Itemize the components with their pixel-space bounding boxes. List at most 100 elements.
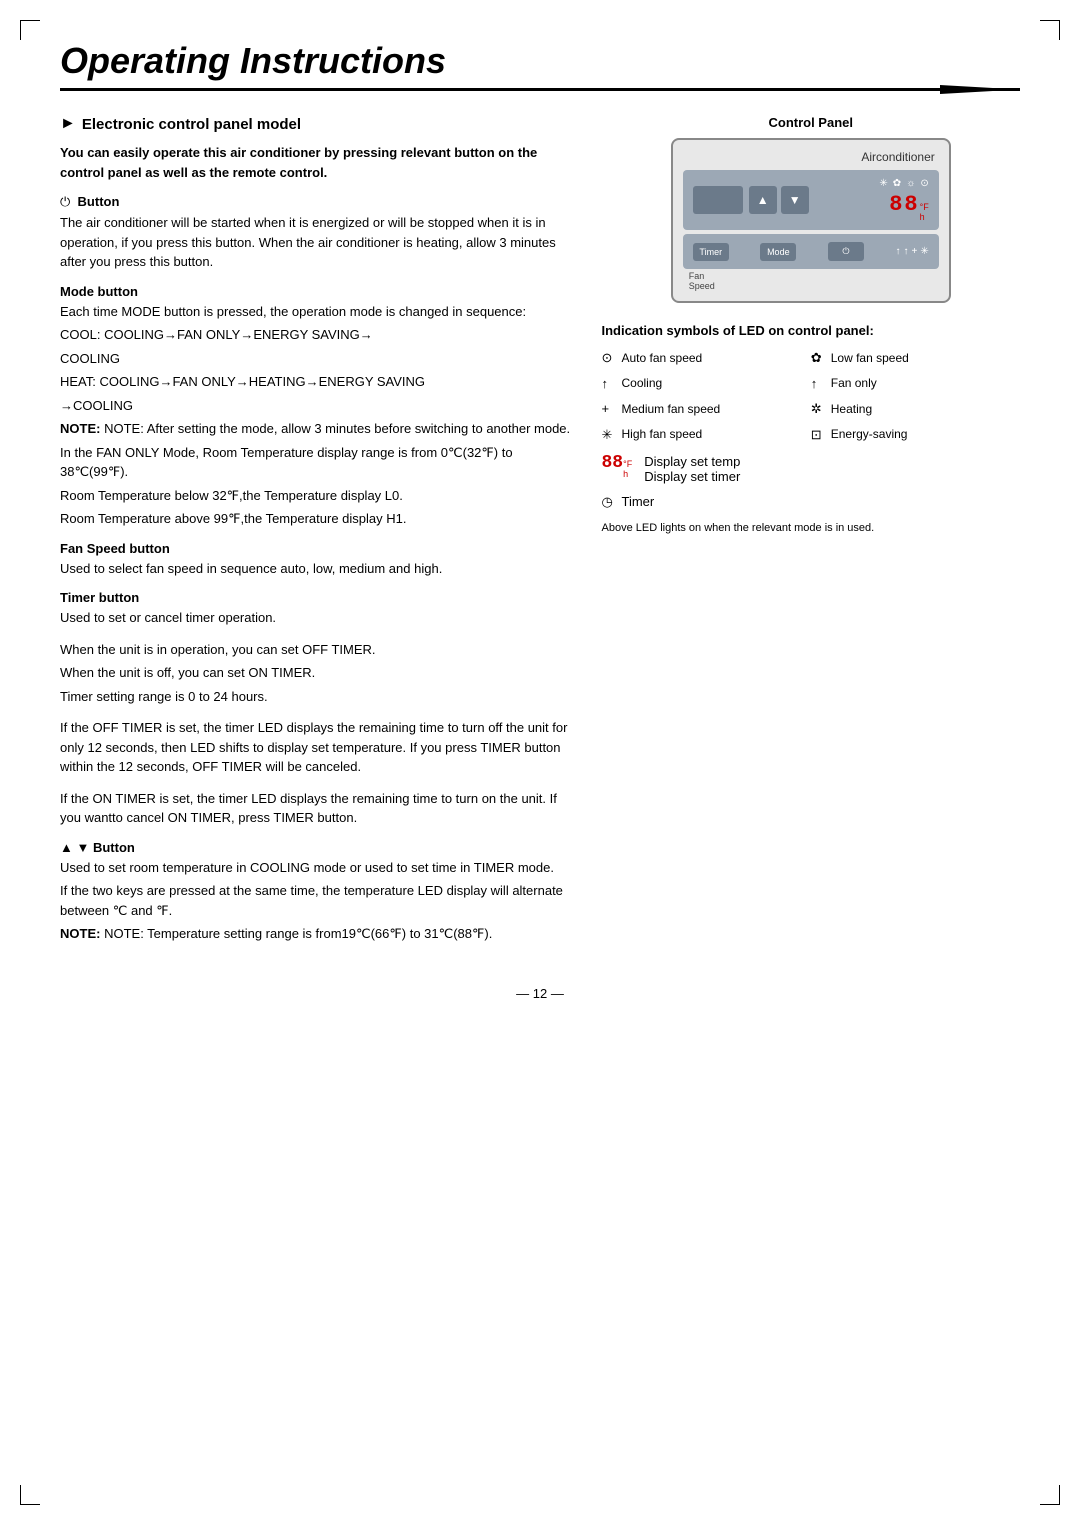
corner-mark-bl <box>20 1485 40 1505</box>
power-circle-icon: ⏻ <box>60 194 70 210</box>
panel-buttons-row: Timer Mode ⏻ ↑ ↑ + ✳ <box>683 234 939 269</box>
high-fan-icon: ✳ <box>602 425 618 445</box>
mode-body1: Each time MODE button is pressed, the op… <box>60 302 572 322</box>
display-set-temp: Display set temp <box>644 454 740 469</box>
low-fan-label: Cooling <box>622 374 663 392</box>
led-energy-saving: ⊡ Energy-saving <box>811 425 1020 445</box>
display-set-timer: Display set timer <box>644 469 740 484</box>
corner-mark-tl <box>20 20 40 40</box>
auto-fan-icon: ⊙ <box>602 348 618 368</box>
panel-mode-btn[interactable]: Mode <box>760 243 796 261</box>
panel-icon-circle: ⊙ <box>920 178 928 189</box>
mode-button-section: Mode button Each time MODE button is pre… <box>60 284 572 529</box>
panel-indicator-2: ↑ <box>903 246 908 257</box>
panel-indicator-1: ↑ <box>895 246 900 257</box>
panel-power-icon: ⏻ <box>842 246 849 256</box>
section-header: ► Electronic control panel model <box>60 115 572 133</box>
panel-timer-label: Timer <box>699 247 722 257</box>
off-timer-note: If the OFF TIMER is set, the timer LED d… <box>60 718 572 777</box>
arrow-button-body2: If the two keys are pressed at the same … <box>60 881 572 920</box>
cooling-icon: ✿ <box>811 348 827 368</box>
led-fan-only: ↑ Fan only <box>811 374 1020 394</box>
on-timer-note: If the ON TIMER is set, the timer LED di… <box>60 789 572 828</box>
arrow-button-note: NOTE: NOTE: Temperature setting range is… <box>60 924 572 944</box>
heating-label: Heating <box>831 400 872 418</box>
led-note: Above LED lights on when the relevant mo… <box>602 520 1021 537</box>
panel-icon-sun: ☼ <box>906 178 915 189</box>
led-display-row: 88 °Fh Display set temp Display set time… <box>602 454 1021 484</box>
timer-button-body: Used to set or cancel timer operation. <box>60 608 572 628</box>
panel-top-icons: ✳ ✿ ☼ ⊙ <box>879 178 928 189</box>
fan-only-icon: ↑ <box>811 374 827 394</box>
intro-text: You can easily operate this air conditio… <box>60 143 572 182</box>
timer-icon: ◷ <box>602 492 618 512</box>
led-heating: ✲ Heating <box>811 399 1020 419</box>
energy-saving-icon: ⊡ <box>811 425 827 445</box>
panel-indicator-3: + <box>911 246 917 257</box>
timer-info-line3: Timer setting range is 0 to 24 hours. <box>60 687 572 707</box>
led-high-fan: ✳ High fan speed <box>602 425 811 445</box>
mode-body2: In the FAN ONLY Mode, Room Temperature d… <box>60 443 572 482</box>
timer-info-section: When the unit is in operation, you can s… <box>60 640 572 707</box>
mode-button-title: Mode button <box>60 284 572 299</box>
medium-fan-icon: + <box>602 399 618 419</box>
led-col-1: ⊙ Auto fan speed ↑ Cooling + Medium fan … <box>602 348 811 444</box>
power-button-title: ⏻ Button <box>60 194 572 210</box>
panel-led-unit: °Fh <box>920 202 929 222</box>
power-button-section: ⏻ Button The air conditioner will be sta… <box>60 194 572 272</box>
led-col-2: ✿ Low fan speed ↑ Fan only ✲ Heating ⊡ E… <box>811 348 1020 444</box>
panel-up-arrow[interactable]: ▲ <box>749 186 777 214</box>
panel-timer-btn[interactable]: Timer <box>693 243 729 261</box>
energy-saving-label: Energy-saving <box>831 425 908 443</box>
cool-seq2: COOLING <box>60 349 572 369</box>
timer-label: Timer <box>622 492 655 512</box>
left-column: ► Electronic control panel model You can… <box>60 115 572 956</box>
power-button-body: The air conditioner will be started when… <box>60 213 572 272</box>
panel-indicator-4: ✳ <box>920 246 928 257</box>
panel-fan-speed-text: FanSpeed <box>689 271 715 291</box>
control-panel-diagram: Airconditioner ▲ ▼ ✳ ✿ ☼ ⊙ 88 <box>671 138 951 303</box>
panel-power-btn[interactable]: ⏻ <box>828 242 864 261</box>
heating-icon: ✲ <box>811 399 827 419</box>
panel-gray-rect <box>693 186 743 214</box>
timer-button-title: Timer button <box>60 590 572 605</box>
heat-seq2: →COOLING <box>60 396 572 416</box>
led-medium-fan: + Medium fan speed <box>602 399 811 419</box>
cool-seq: COOL: COOLING→FAN ONLY→ENERGY SAVING→ <box>60 325 572 345</box>
off-timer-section: If the OFF TIMER is set, the timer LED d… <box>60 718 572 777</box>
mode-note1: NOTE: NOTE: After setting the mode, allo… <box>60 419 572 439</box>
right-column: Control Panel Airconditioner ▲ ▼ ✳ ✿ ☼ ⊙ <box>602 115 1021 956</box>
panel-icon-snowflake: ✿ <box>893 178 901 189</box>
page-number: — 12 — <box>60 986 1020 1001</box>
led-indication-section: Indication symbols of LED on control pan… <box>602 323 1021 536</box>
corner-mark-tr <box>1040 20 1060 40</box>
mode-body3: Room Temperature below 32℉,the Temperatu… <box>60 486 572 506</box>
fan-only-label: Fan only <box>831 374 877 392</box>
heat-seq: HEAT: COOLING→FAN ONLY→HEATING→ENERGY SA… <box>60 372 572 392</box>
control-panel-label: Control Panel <box>602 115 1021 130</box>
timer-info-line2: When the unit is off, you can set ON TIM… <box>60 663 572 683</box>
panel-mode-label: Mode <box>767 247 790 257</box>
section-title: Electronic control panel model <box>82 116 301 133</box>
title-underline <box>60 88 1020 91</box>
arrow-button-body: Used to set room temperature in COOLING … <box>60 858 572 878</box>
on-timer-section: If the ON TIMER is set, the timer LED di… <box>60 789 572 828</box>
arrow-icon: ► <box>60 115 76 133</box>
fan-speed-title: Fan Speed button <box>60 541 572 556</box>
panel-down-arrow[interactable]: ▼ <box>781 186 809 214</box>
low-fan-icon: ↑ <box>602 374 618 394</box>
led-digit-display: 88 <box>602 454 624 472</box>
page-title: Operating Instructions <box>60 40 1020 82</box>
led-title: Indication symbols of LED on control pan… <box>602 323 1021 338</box>
auto-fan-label: Auto fan speed <box>622 349 703 367</box>
panel-led-display: 88 <box>889 192 919 217</box>
timer-button-section: Timer button Used to set or cancel timer… <box>60 590 572 628</box>
main-content: ► Electronic control panel model You can… <box>60 115 1020 956</box>
led-low-fan: ↑ Cooling <box>602 374 811 394</box>
led-auto-fan: ⊙ Auto fan speed <box>602 348 811 368</box>
timer-info-line1: When the unit is in operation, you can s… <box>60 640 572 660</box>
arrow-button-section: ▲ ▼ Button Used to set room temperature … <box>60 840 572 944</box>
corner-mark-br <box>1040 1485 1060 1505</box>
medium-fan-label: Medium fan speed <box>622 400 721 418</box>
led-degree-sym: °Fh <box>623 459 632 479</box>
